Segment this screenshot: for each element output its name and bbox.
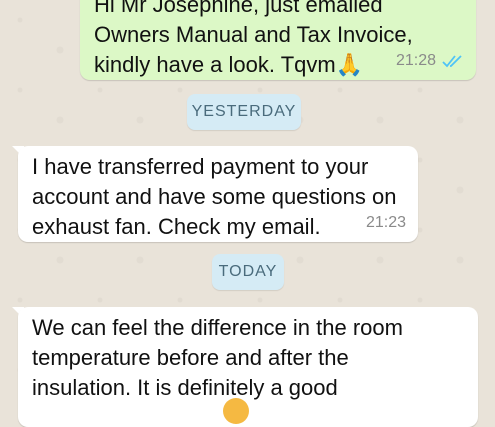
- message-meta: 21:23: [366, 208, 406, 238]
- emoji-icon: [223, 398, 249, 424]
- date-separator-today: TODAY: [212, 254, 284, 290]
- message-time: 21:28: [395, 52, 436, 69]
- date-separator-yesterday: YESTERDAY: [187, 94, 301, 130]
- message-meta: 21:28: [396, 46, 464, 76]
- date-separator-label: YESTERDAY: [191, 103, 297, 120]
- message-time: 21:23: [365, 214, 406, 231]
- message-bubble-incoming[interactable]: I have transferred payment to your accou…: [18, 146, 418, 242]
- double-check-read-icon: [442, 55, 462, 68]
- message-text: I have transferred payment to your accou…: [32, 154, 397, 239]
- message-bubble-incoming[interactable]: We can feel the difference in the room t…: [18, 307, 478, 427]
- date-separator-label: TODAY: [218, 263, 278, 280]
- message-text: We can feel the difference in the room t…: [32, 315, 403, 400]
- message-bubble-outgoing[interactable]: Hi Mr Josephine, just emailed Owners Man…: [80, 0, 476, 80]
